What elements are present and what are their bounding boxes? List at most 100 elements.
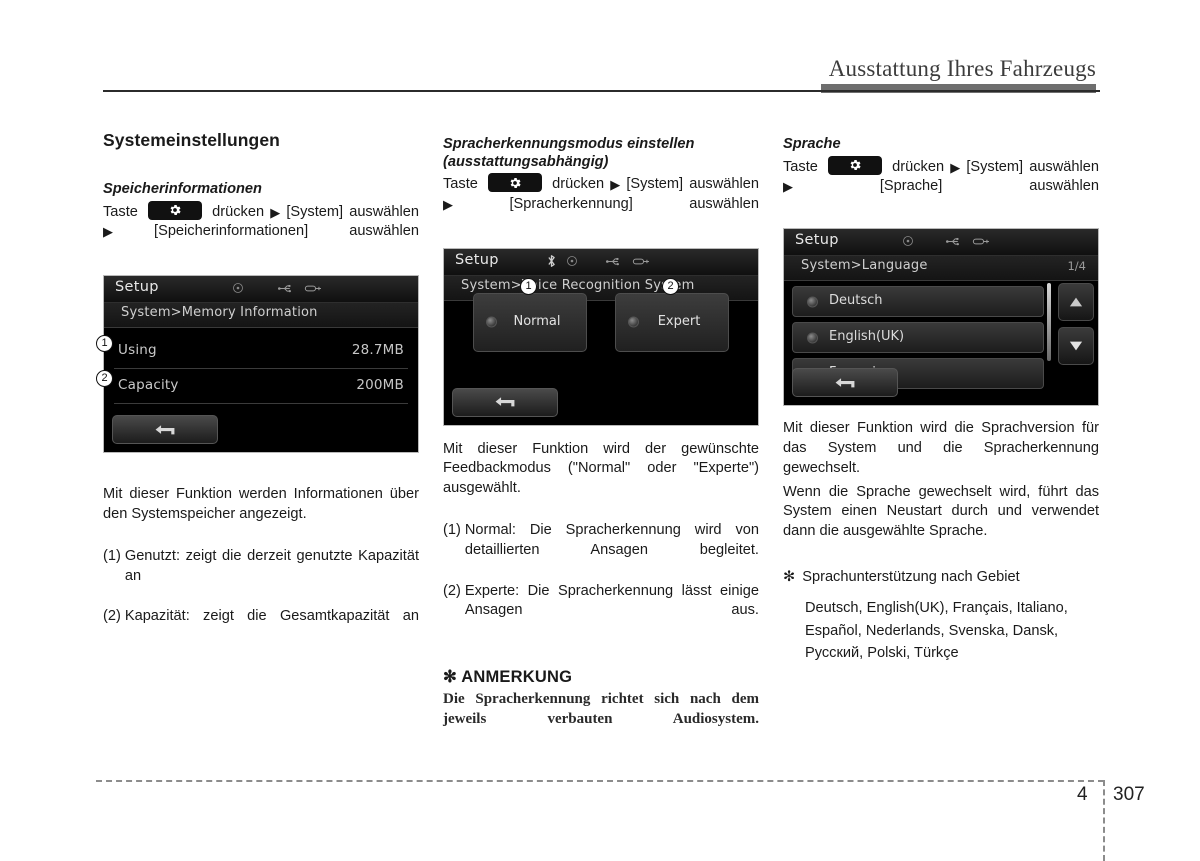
scrollbar-track[interactable] bbox=[1047, 283, 1051, 362]
radio-indicator bbox=[807, 332, 818, 344]
language-support-list: Deutsch, English(UK), Français, Italiano… bbox=[805, 599, 1068, 662]
callout-marker-2: 2 bbox=[96, 370, 113, 388]
callout-marker-1: 1 bbox=[520, 277, 537, 295]
page-header: Ausstattung Ihres Fahrzeugs bbox=[0, 0, 1200, 100]
device-status-bar: Setup bbox=[104, 276, 418, 304]
language-support-block: ✻ Sprachunterstützung nach Gebiet Deutsc… bbox=[783, 568, 1099, 665]
device-status-icons bbox=[546, 254, 651, 273]
device-breadcrumb-text: System>Memory Information bbox=[121, 305, 318, 321]
steps-sprache: Taste drücken ▶ [System] auswählen ▶ [Sp… bbox=[783, 155, 1099, 218]
note-title: ✻ ANMERKUNG bbox=[443, 667, 759, 687]
mode-button-expert-label: Expert bbox=[657, 313, 701, 329]
subsection-title-line2: (ausstattungsabhängig) bbox=[443, 153, 609, 170]
memory-description: Mit dieser Funktion werden Informationen… bbox=[103, 486, 419, 522]
chevron-right-icon: ▶ bbox=[950, 159, 961, 175]
footer-chapter-number: 4 bbox=[1077, 784, 1088, 805]
divider bbox=[114, 403, 408, 405]
mode-button-normal[interactable]: Normal bbox=[473, 292, 587, 352]
usb-icon bbox=[278, 281, 295, 299]
list-item-index: (2) bbox=[103, 608, 121, 625]
step-taste-label: Taste bbox=[103, 203, 138, 220]
section-title-systemeinstellungen: Systemeinstellungen bbox=[103, 130, 280, 150]
list-item-index: (1) bbox=[443, 522, 461, 539]
scroll-buttons bbox=[1058, 283, 1094, 371]
callout-marker-1: 1 bbox=[96, 335, 113, 353]
mode-button-expert[interactable]: Expert bbox=[615, 292, 729, 352]
memory-row-using-label: Using bbox=[118, 342, 157, 359]
device-status-icons bbox=[232, 281, 323, 299]
list-item-text: Kapazität: zeigt die Gesamtkapazität an bbox=[124, 608, 419, 625]
memory-row-using[interactable]: Using 28.7MB bbox=[104, 334, 418, 368]
device-status-bar: Setup bbox=[444, 248, 758, 276]
setup-gear-button-icon bbox=[828, 155, 883, 175]
list-item-text: Genutzt: zeigt die derzeit genutzte Kapa… bbox=[124, 547, 419, 584]
disc-icon bbox=[566, 254, 578, 272]
radio-indicator bbox=[807, 296, 818, 308]
list-item-index: (2) bbox=[443, 582, 461, 599]
step-menu-system: [System] bbox=[626, 176, 684, 192]
chevron-right-icon: ▶ bbox=[270, 204, 281, 220]
step-taste-label: Taste bbox=[783, 158, 818, 175]
list-item: (2) Experte: Die Spracherkennung lässt e… bbox=[443, 582, 759, 642]
step-select-1: auswählen bbox=[689, 176, 759, 192]
list-item-text: Normal: Die Spracherkennung wird von det… bbox=[464, 522, 759, 558]
bluetooth-icon bbox=[546, 254, 557, 273]
mode-button-normal-label: Normal bbox=[513, 313, 561, 329]
back-button[interactable] bbox=[452, 387, 558, 417]
aux-plug-icon bbox=[304, 281, 323, 299]
step-menu-voice: [Spracherkennung] bbox=[509, 195, 633, 212]
back-button[interactable] bbox=[792, 368, 898, 398]
voice-callout-list: (1) Normal: Die Spracherkennung wird von… bbox=[443, 521, 759, 641]
screenshot-memory-information: Setup System>Memory Information Using 28… bbox=[96, 275, 419, 454]
memory-row-capacity[interactable]: Capacity 200MB bbox=[104, 369, 418, 403]
language-description-2: Wenn die Sprache gewechselt wird, führt … bbox=[783, 483, 1099, 540]
device-breadcrumb: System>Language 1/4 bbox=[784, 256, 1098, 282]
back-button[interactable] bbox=[112, 415, 218, 445]
step-select-1: auswählen bbox=[349, 203, 419, 220]
voice-description: Mit dieser Funktion wird der gewünschte … bbox=[443, 440, 759, 497]
setup-gear-button-icon bbox=[488, 173, 543, 192]
device-screen-title: Setup bbox=[795, 232, 839, 249]
device-screen-title: Setup bbox=[455, 251, 499, 268]
step-press-label: drücken bbox=[212, 203, 265, 220]
list-item-index: (1) bbox=[103, 547, 121, 564]
device-status-icons bbox=[902, 234, 991, 252]
device-status-bar: Setup bbox=[784, 229, 1098, 257]
usb-icon bbox=[606, 254, 623, 272]
device-breadcrumb-text: System>Voice Recognition System bbox=[461, 277, 695, 293]
note-body: Die Spracherkennung richtet sich nach de… bbox=[443, 691, 759, 727]
page-title: Ausstattung Ihres Fahrzeugs bbox=[828, 56, 1096, 81]
scroll-up-button[interactable] bbox=[1058, 283, 1094, 322]
note-title-text: ANMERKUNG bbox=[461, 668, 573, 687]
step-menu-language: [Sprache] bbox=[879, 178, 943, 195]
footer-divider bbox=[96, 780, 1104, 782]
chevron-right-icon: ▶ bbox=[610, 177, 621, 192]
language-description-1: Mit dieser Funktion wird die Sprachversi… bbox=[783, 420, 1099, 476]
step-press-label: drücken bbox=[552, 176, 605, 192]
language-item-english-uk[interactable]: English(UK) bbox=[792, 322, 1044, 354]
language-item-deutsch-label: Deutsch bbox=[829, 293, 883, 309]
steps-speicherinformationen: Taste drücken ▶ [System] auswählen ▶ [Sp… bbox=[103, 200, 419, 263]
scroll-down-button[interactable] bbox=[1058, 327, 1094, 366]
language-item-deutsch[interactable]: Deutsch bbox=[792, 286, 1044, 318]
asterisk-icon: ✻ bbox=[783, 569, 796, 586]
chevron-right-icon: ▶ bbox=[103, 224, 113, 240]
subsection-title-speicherinformationen: Speicherinformationen bbox=[103, 181, 262, 197]
memory-row-using-value: 28.7MB bbox=[351, 342, 404, 359]
step-press-label: drücken bbox=[892, 158, 945, 175]
subsection-title-line1: Spracherkennungsmodus einstellen bbox=[443, 136, 695, 152]
note-block: ✻ ANMERKUNG Die Spracherkennung richtet … bbox=[443, 667, 759, 749]
footer-page-number: 307 bbox=[1113, 784, 1145, 805]
step-menu-system: [System] bbox=[966, 158, 1024, 175]
memory-callout-list: (1) Genutzt: zeigt die derzeit genutzte … bbox=[103, 547, 419, 647]
screenshot-voice-recognition: Setup System>Voice Recognition System No… bbox=[443, 247, 759, 426]
memory-row-capacity-value: 200MB bbox=[356, 377, 404, 394]
disc-icon bbox=[232, 281, 244, 299]
screenshot-language: Setup System>Language 1/4 Deutsch Englis… bbox=[783, 228, 1099, 407]
subsection-title-spracherkennungsmodus: Spracherkennungsmodus einstellen (aussta… bbox=[443, 136, 759, 171]
step-select-2: auswählen bbox=[689, 195, 759, 212]
step-select-2: auswählen bbox=[349, 223, 419, 240]
chevron-right-icon: ▶ bbox=[443, 196, 453, 212]
aux-plug-icon bbox=[632, 254, 651, 272]
subsection-title-sprache: Sprache bbox=[783, 136, 841, 152]
